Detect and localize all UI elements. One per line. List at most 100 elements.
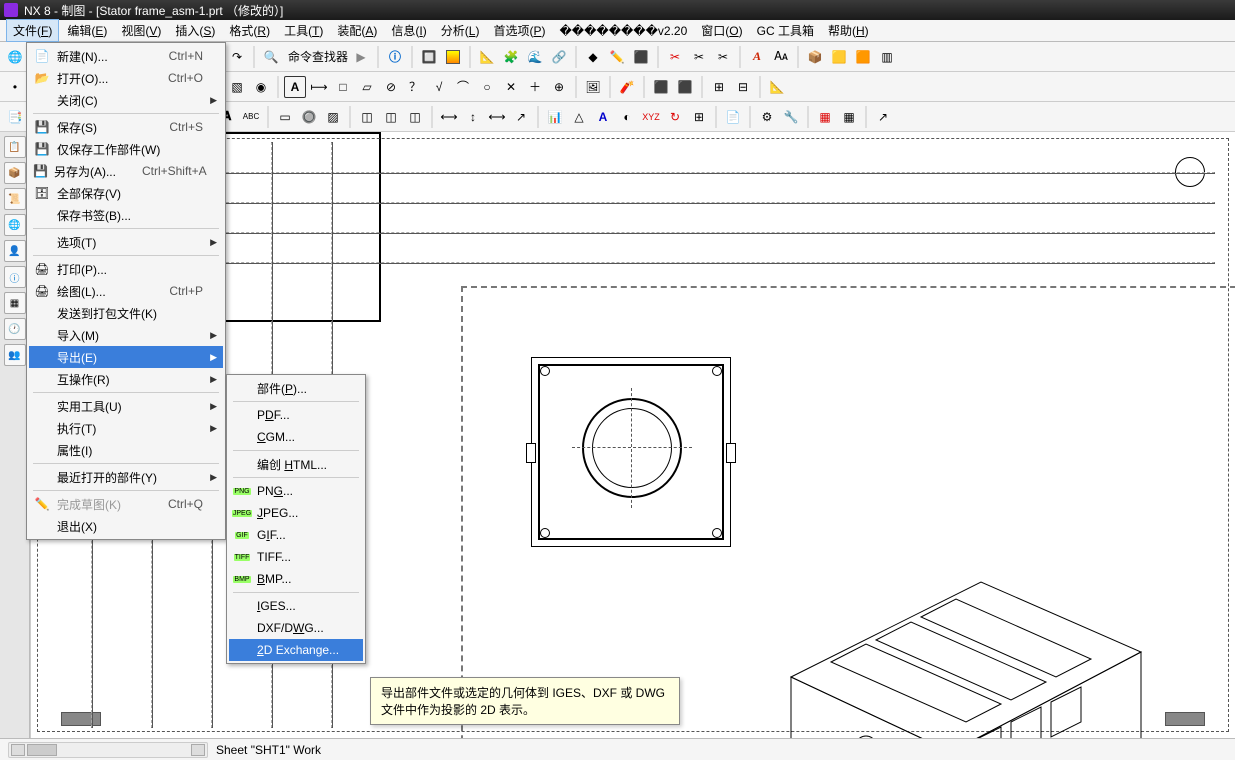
file-menu-item-4[interactable]: 💾保存(S)Ctrl+S	[29, 116, 223, 138]
sidebar-navigator-icon[interactable]: 📋	[4, 136, 26, 158]
menubar-item-L[interactable]: 分析(L)	[435, 20, 486, 41]
tool-datum-icon[interactable]: ◆	[582, 46, 604, 68]
file-menu-item-17[interactable]: 互操作(R)▶	[29, 368, 223, 390]
tool-gear-icon[interactable]: ⚙	[756, 106, 778, 128]
tool-surf-icon[interactable]: √	[428, 76, 450, 98]
tool-part-icon[interactable]: 📦	[804, 46, 826, 68]
sidebar-clock-icon[interactable]: 🕐	[4, 318, 26, 340]
export-menu-item-10[interactable]: TIFFTIFF...	[229, 546, 363, 568]
tool-structure-icon[interactable]: 🟧	[852, 46, 874, 68]
tool-datum2-icon[interactable]: □	[332, 76, 354, 98]
tool-box4-icon[interactable]: ◫	[380, 106, 402, 128]
file-menu-item-2[interactable]: 关闭(C)▶	[29, 89, 223, 111]
export-menu-item-0[interactable]: 部件(P)...	[229, 377, 363, 399]
menubar-item-V[interactable]: 视图(V)	[115, 20, 167, 41]
tool-switch-icon[interactable]: 🔘	[298, 106, 320, 128]
menubar-item-A[interactable]: 装配(A)	[331, 20, 383, 41]
tool-start-icon[interactable]: 🌐	[4, 46, 26, 68]
tool-cmdfinder-go-icon[interactable]: ▶	[350, 46, 372, 68]
sidebar-web-icon[interactable]: 🌐	[4, 214, 26, 236]
menubar-item-O[interactable]: 窗口(O)	[695, 20, 748, 41]
tool-measure-icon[interactable]: ↗	[872, 106, 894, 128]
scroll-left-icon[interactable]	[11, 744, 25, 756]
export-menu-item-11[interactable]: BMPBMP...	[229, 568, 363, 590]
menubar-item-10[interactable]: ��������v2.20	[553, 22, 693, 40]
tool-cut-arrow-icon[interactable]: ✂	[664, 46, 686, 68]
file-menu-item-8[interactable]: 保存书签(B)...	[29, 204, 223, 226]
tool-module-icon[interactable]: 🟨	[828, 46, 850, 68]
tool-marker-icon[interactable]: 🧨	[616, 76, 638, 98]
tool-angle-icon[interactable]: △	[568, 106, 590, 128]
file-menu-item-7[interactable]: 🗄全部保存(V)	[29, 182, 223, 204]
tool-sheet-icon[interactable]: 📑	[4, 106, 26, 128]
tool-point-icon[interactable]: •	[4, 76, 26, 98]
export-menu-item-5[interactable]: 编创 HTML...	[229, 453, 363, 475]
menubar-item-S[interactable]: 插入(S)	[169, 20, 221, 41]
tool-assembly-icon[interactable]: 🧩	[500, 46, 522, 68]
tool-info-icon[interactable]: ⓘ	[384, 46, 406, 68]
menubar-item-T[interactable]: 工具(T)	[278, 20, 329, 41]
tool-grid2-icon[interactable]: ⊟	[732, 76, 754, 98]
menubar-item-E[interactable]: 编辑(E)	[61, 20, 113, 41]
tool-tree2-icon[interactable]: ⬛	[674, 76, 696, 98]
tool-refresh-icon[interactable]: ↻	[664, 106, 686, 128]
tool-text-style-icon[interactable]: A	[746, 46, 768, 68]
tool-section-icon[interactable]: ▧	[226, 76, 248, 98]
tool-note-icon[interactable]: ？	[404, 76, 426, 98]
tool-abc-icon[interactable]: ABC	[240, 106, 262, 128]
file-menu-item-0[interactable]: 📄新建(N)...Ctrl+N	[29, 45, 223, 67]
file-menu-item-14[interactable]: 发送到打包文件(K)	[29, 302, 223, 324]
tool-hatch-icon[interactable]: ▨	[322, 106, 344, 128]
file-menu-item-13[interactable]: 🖨绘图(L)...Ctrl+P	[29, 280, 223, 302]
tool-centerline-icon[interactable]: ⊕	[548, 76, 570, 98]
tool-redo-icon[interactable]: ↷	[226, 46, 248, 68]
sidebar-info-icon[interactable]: ⓘ	[4, 266, 26, 288]
tool-center-icon[interactable]: ＋	[524, 76, 546, 98]
sidebar-person-icon[interactable]: 👥	[4, 344, 26, 366]
tool-weld-icon[interactable]: ⌒	[452, 76, 474, 98]
tool-graph-icon[interactable]: 📊	[544, 106, 566, 128]
export-menu-item-2[interactable]: PDF...	[229, 404, 363, 426]
file-menu-item-1[interactable]: 📂打开(O)...Ctrl+O	[29, 67, 223, 89]
file-menu-item-20[interactable]: 执行(T)▶	[29, 417, 223, 439]
tool-contrast-icon[interactable]: ◐	[616, 106, 638, 128]
tool-draft-icon[interactable]: 📐	[766, 76, 788, 98]
export-menu-item-9[interactable]: GIFGIF...	[229, 524, 363, 546]
file-menu-item-23[interactable]: 最近打开的部件(Y)▶	[29, 466, 223, 488]
tool-trim-icon[interactable]: ✂	[688, 46, 710, 68]
tool-linked-icon[interactable]: 🔗	[548, 46, 570, 68]
tool-textA-icon[interactable]: A	[592, 106, 614, 128]
file-menu-item-6[interactable]: 💾另存为(A)...Ctrl+Shift+A	[29, 160, 223, 182]
tool-split-icon[interactable]: ✂	[712, 46, 734, 68]
tool-frame2-icon[interactable]: ▭	[274, 106, 296, 128]
tool-dim4-icon[interactable]: ↗	[510, 106, 532, 128]
tool-gdt-icon[interactable]: ⊘	[380, 76, 402, 98]
tool-box3-icon[interactable]: ◫	[356, 106, 378, 128]
tool-cmdfinder-icon[interactable]: 🔍	[260, 46, 282, 68]
drawing-isometric-view[interactable]	[751, 562, 1151, 738]
menubar-item-H[interactable]: 帮助(H)	[822, 20, 875, 41]
tool-window-icon[interactable]: 🔲	[418, 46, 440, 68]
tool-extrude-icon[interactable]: ⬛	[630, 46, 652, 68]
export-menu-item-15[interactable]: 2D Exchange...	[229, 639, 363, 661]
tool-wcs-icon[interactable]: 📐	[476, 46, 498, 68]
tool-hatch3-icon[interactable]: ▦	[838, 106, 860, 128]
sidebar-roles-icon[interactable]: 👤	[4, 240, 26, 262]
tool-annotA-icon[interactable]: A	[284, 76, 306, 98]
sidebar-history-icon[interactable]: 📜	[4, 188, 26, 210]
file-menu-item-10[interactable]: 选项(T)▶	[29, 231, 223, 253]
tool-ballon-icon[interactable]: ○	[476, 76, 498, 98]
menubar-item-F[interactable]: 文件(F)	[6, 19, 59, 42]
file-menu-item-19[interactable]: 实用工具(U)▶	[29, 395, 223, 417]
tool-layer-icon[interactable]	[442, 46, 464, 68]
tool-image-icon[interactable]: 🖼	[582, 76, 604, 98]
file-menu-item-5[interactable]: 💾仅保存工作部件(W)	[29, 138, 223, 160]
tool-clip-icon[interactable]: 🔧	[780, 106, 802, 128]
export-menu-item-14[interactable]: DXF/DWG...	[229, 617, 363, 639]
export-menu-item-8[interactable]: JPEGJPEG...	[229, 502, 363, 524]
tool-cross-icon[interactable]: ✕	[500, 76, 522, 98]
scroll-thumb[interactable]	[27, 744, 57, 756]
tool-xyz-icon[interactable]: XYZ	[640, 106, 662, 128]
menubar-item-P[interactable]: 首选项(P)	[487, 20, 551, 41]
menubar-item-R[interactable]: 格式(R)	[223, 20, 276, 41]
